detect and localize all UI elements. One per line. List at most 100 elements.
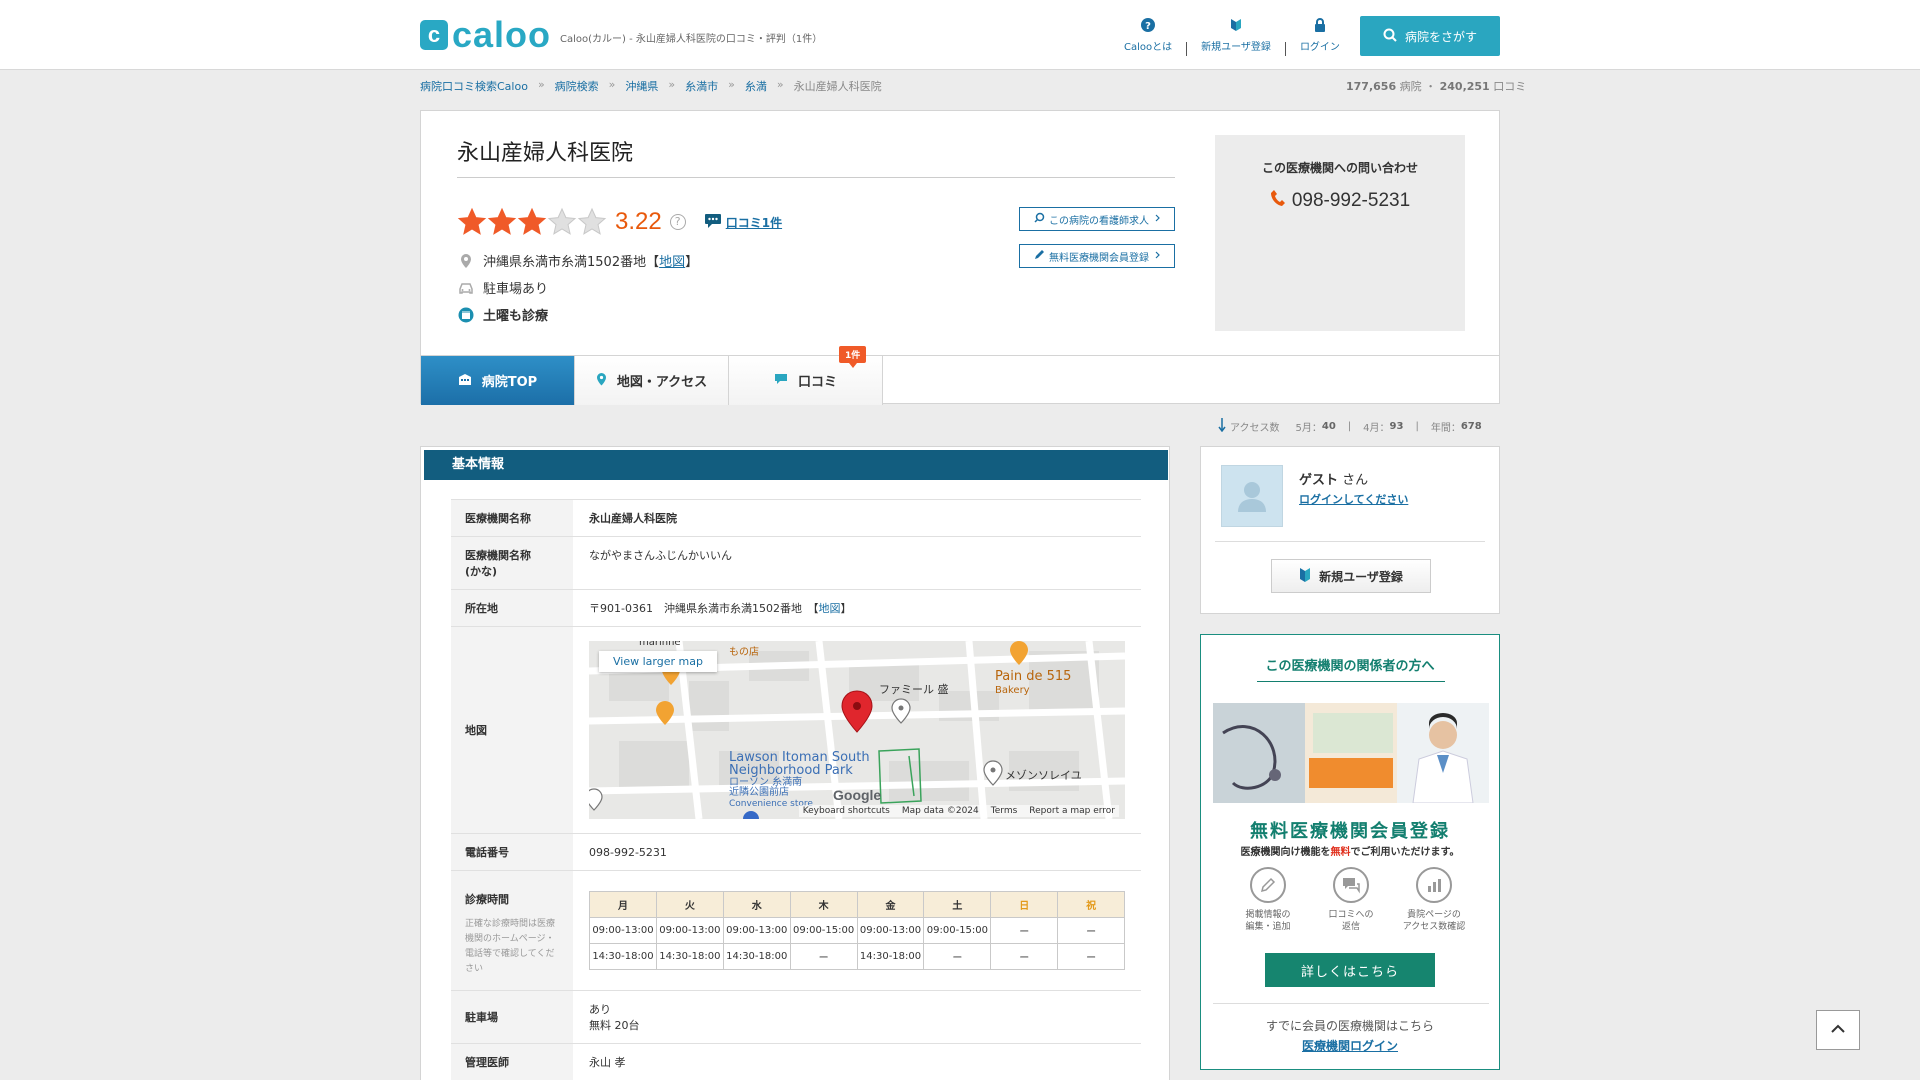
- parking-details: 無料 20台: [589, 1019, 640, 1032]
- basic-info-panel: 基本情報 医療機関名称 永山産婦人科医院 医療機関名称 (かな) ながやまさんふ…: [420, 446, 1170, 1080]
- breadcrumb-separator: »: [668, 78, 676, 91]
- map-label-lawson-park: Neighborhood Park: [729, 763, 853, 778]
- search-icon: [1034, 212, 1045, 226]
- breadcrumb: 病院口コミ検索Caloo » 病院検索 » 沖縄県 » 糸満市 » 糸満 » 永…: [420, 78, 882, 94]
- map-pin-icon: [596, 372, 607, 390]
- tab-hospital-top[interactable]: 病院TOP: [421, 356, 575, 405]
- row-label: 医療機関名称 (かな): [451, 536, 573, 590]
- hospital-icon: [458, 373, 472, 389]
- address-map-link[interactable]: 地図: [818, 602, 840, 615]
- hours-day-header: 祝: [1057, 891, 1125, 918]
- review-count: 240,251: [1439, 80, 1490, 93]
- review-count-link[interactable]: 口コミ1件: [704, 213, 782, 232]
- table-row: 所在地 〒901-0361 沖縄県糸満市糸満1502番地 【地図】: [451, 589, 1141, 627]
- feature-label: 貴院ページの アクセス数確認: [1402, 910, 1466, 932]
- table-row: 医療機関名称 永山産婦人科医院: [451, 499, 1141, 537]
- row-label: 駐車場: [451, 990, 573, 1044]
- beginner-leaf-icon: [1299, 567, 1311, 586]
- reply-bubble-icon: [1333, 867, 1369, 903]
- beginner-leaf-icon: [1229, 18, 1243, 32]
- address-map-link[interactable]: 地図: [659, 251, 685, 270]
- chevron-right-icon: [1155, 214, 1160, 225]
- institution-login-link[interactable]: 医療機関ログイン: [1201, 1037, 1499, 1054]
- contact-box: この医療機関への問い合わせ 098-992-5231: [1215, 135, 1465, 331]
- hours-cell-value: 09:00-13:00: [655, 917, 724, 944]
- hours-day-header: 金: [856, 891, 925, 918]
- access-divider: |: [1347, 421, 1352, 432]
- contact-phone-number: 098-992-5231: [1291, 190, 1411, 211]
- embedded-map[interactable]: marinne もの店 View larger map ファミール 盛 Pain…: [589, 641, 1125, 819]
- feature-reply-reviews: 口コミへの 返信: [1314, 867, 1388, 933]
- guest-label: ゲスト: [1299, 473, 1339, 488]
- table-row: 駐車場 あり 無料 20台: [451, 990, 1141, 1044]
- nav-about-label: Calooとは: [1124, 42, 1173, 53]
- tab-reviews[interactable]: 1件 口コミ: [729, 346, 883, 405]
- pencil-icon: [1250, 867, 1286, 903]
- hours-label-cell: 診療時間 正確な診療時間は医療機関のホームページ・電話等で確認してください: [451, 870, 573, 991]
- search-icon: [1383, 28, 1397, 45]
- breadcrumb-link[interactable]: 糸満: [745, 78, 767, 94]
- breadcrumb-link[interactable]: 沖縄県: [625, 78, 658, 94]
- access-divider: |: [1415, 421, 1419, 432]
- find-hospital-button[interactable]: 病院をさがす: [1360, 16, 1500, 56]
- facility-kana-value: ながやまさんふじんかいいん: [573, 536, 1141, 590]
- breadcrumb-separator: »: [776, 78, 784, 91]
- star-empty-icon: [547, 207, 577, 235]
- map-label-lawson-jp-2: 近隣公園前店: [729, 787, 789, 798]
- hours-cell-value: 14:30-18:00: [655, 943, 724, 970]
- hours-cell-value: ー: [923, 943, 992, 970]
- table-row: 医療機関名称 (かな) ながやまさんふじんかいいん: [451, 536, 1141, 590]
- contact-phone[interactable]: 098-992-5231: [1215, 189, 1465, 213]
- view-larger-map-link[interactable]: View larger map: [599, 651, 717, 672]
- breadcrumb-link[interactable]: 病院検索: [555, 78, 599, 94]
- help-icon[interactable]: ?: [669, 214, 686, 230]
- row-label: 診療時間: [465, 893, 509, 906]
- hours-day-header: 水: [722, 891, 791, 918]
- map-bracket-close: 】: [840, 602, 852, 615]
- bar-chart-icon: [1416, 867, 1452, 903]
- breadcrumb-link[interactable]: 糸満市: [685, 78, 718, 94]
- free-registration-label: 無料医療機関会員登録: [1049, 252, 1149, 264]
- review-count-badge: 1件: [839, 346, 867, 368]
- register-user-button[interactable]: 新規ユーザ登録: [1271, 559, 1431, 593]
- nav-about[interactable]: ? Calooとは: [1110, 18, 1186, 53]
- chevron-up-icon: [1831, 1023, 1845, 1037]
- user-silhouette-icon: [1238, 482, 1266, 512]
- caloo-logo[interactable]: c caloo: [420, 17, 551, 53]
- basic-info-table: 医療機関名称 永山産婦人科医院 医療機関名称 (かな) ながやまさんふじんかいい…: [451, 499, 1141, 1080]
- login-link[interactable]: ログインしてください: [1299, 491, 1408, 507]
- hours-cell-value: 09:00-13:00: [722, 917, 791, 944]
- nav-register-label: 新規ユーザ登録: [1201, 42, 1271, 53]
- phone-icon: [1270, 189, 1286, 213]
- hours-note: 正確な診療時間は医療機関のホームページ・電話等で確認してください: [465, 919, 556, 974]
- hospital-tabs: 病院TOP 地図・アクセス 1件 口コミ: [421, 346, 1499, 405]
- free-registration-button[interactable]: 無料医療機関会員登録: [1019, 244, 1175, 268]
- map-report-error-link[interactable]: Report a map error: [1029, 806, 1115, 816]
- map-label-famiru: ファミール 盛: [879, 683, 949, 696]
- nurse-jobs-button[interactable]: この病院の看護師求人: [1019, 207, 1175, 231]
- row-label: 所在地: [451, 589, 573, 627]
- map-terms-link[interactable]: Terms: [991, 806, 1018, 816]
- hospital-count: 177,656: [1346, 80, 1397, 93]
- promo-member-text: すでに会員の医療機関はこちら: [1265, 1019, 1435, 1033]
- breadcrumb-separator: »: [608, 78, 616, 91]
- promo-features: 掲載情報の 編集・追加 口コミへの 返信 貴院ページの アクセス数確認: [1231, 867, 1471, 933]
- hospital-name: 永山産婦人科医院: [457, 135, 1175, 178]
- hours-cell-value: ー: [990, 917, 1059, 944]
- nav-register[interactable]: 新規ユーザ登録: [1187, 18, 1285, 53]
- nav-login[interactable]: ログイン: [1286, 18, 1354, 53]
- hospital-count-label: 病院: [1399, 80, 1422, 93]
- tab-map-access[interactable]: 地図・アクセス: [575, 356, 729, 405]
- breadcrumb-link[interactable]: 病院口コミ検索Caloo: [420, 78, 528, 94]
- calendar-icon: [457, 306, 475, 324]
- access-apr-value: 93: [1389, 421, 1404, 432]
- map-label-maison: メゾンソレイユ: [1005, 769, 1082, 782]
- map-keyboard-shortcuts[interactable]: Keyboard shortcuts: [803, 806, 890, 816]
- address-cell: 〒901-0361 沖縄県糸満市糸満1502番地 【地図】: [573, 589, 1141, 627]
- avatar: [1221, 465, 1283, 527]
- table-row: 診療時間 正確な診療時間は医療機関のホームページ・電話等で確認してください 月火…: [451, 870, 1141, 991]
- director-value: 永山 孝: [573, 1043, 1141, 1080]
- scroll-to-top-button[interactable]: [1816, 1010, 1860, 1050]
- guest-honorific: さん: [1338, 473, 1369, 488]
- learn-more-button[interactable]: 詳しくはこちら: [1265, 953, 1435, 987]
